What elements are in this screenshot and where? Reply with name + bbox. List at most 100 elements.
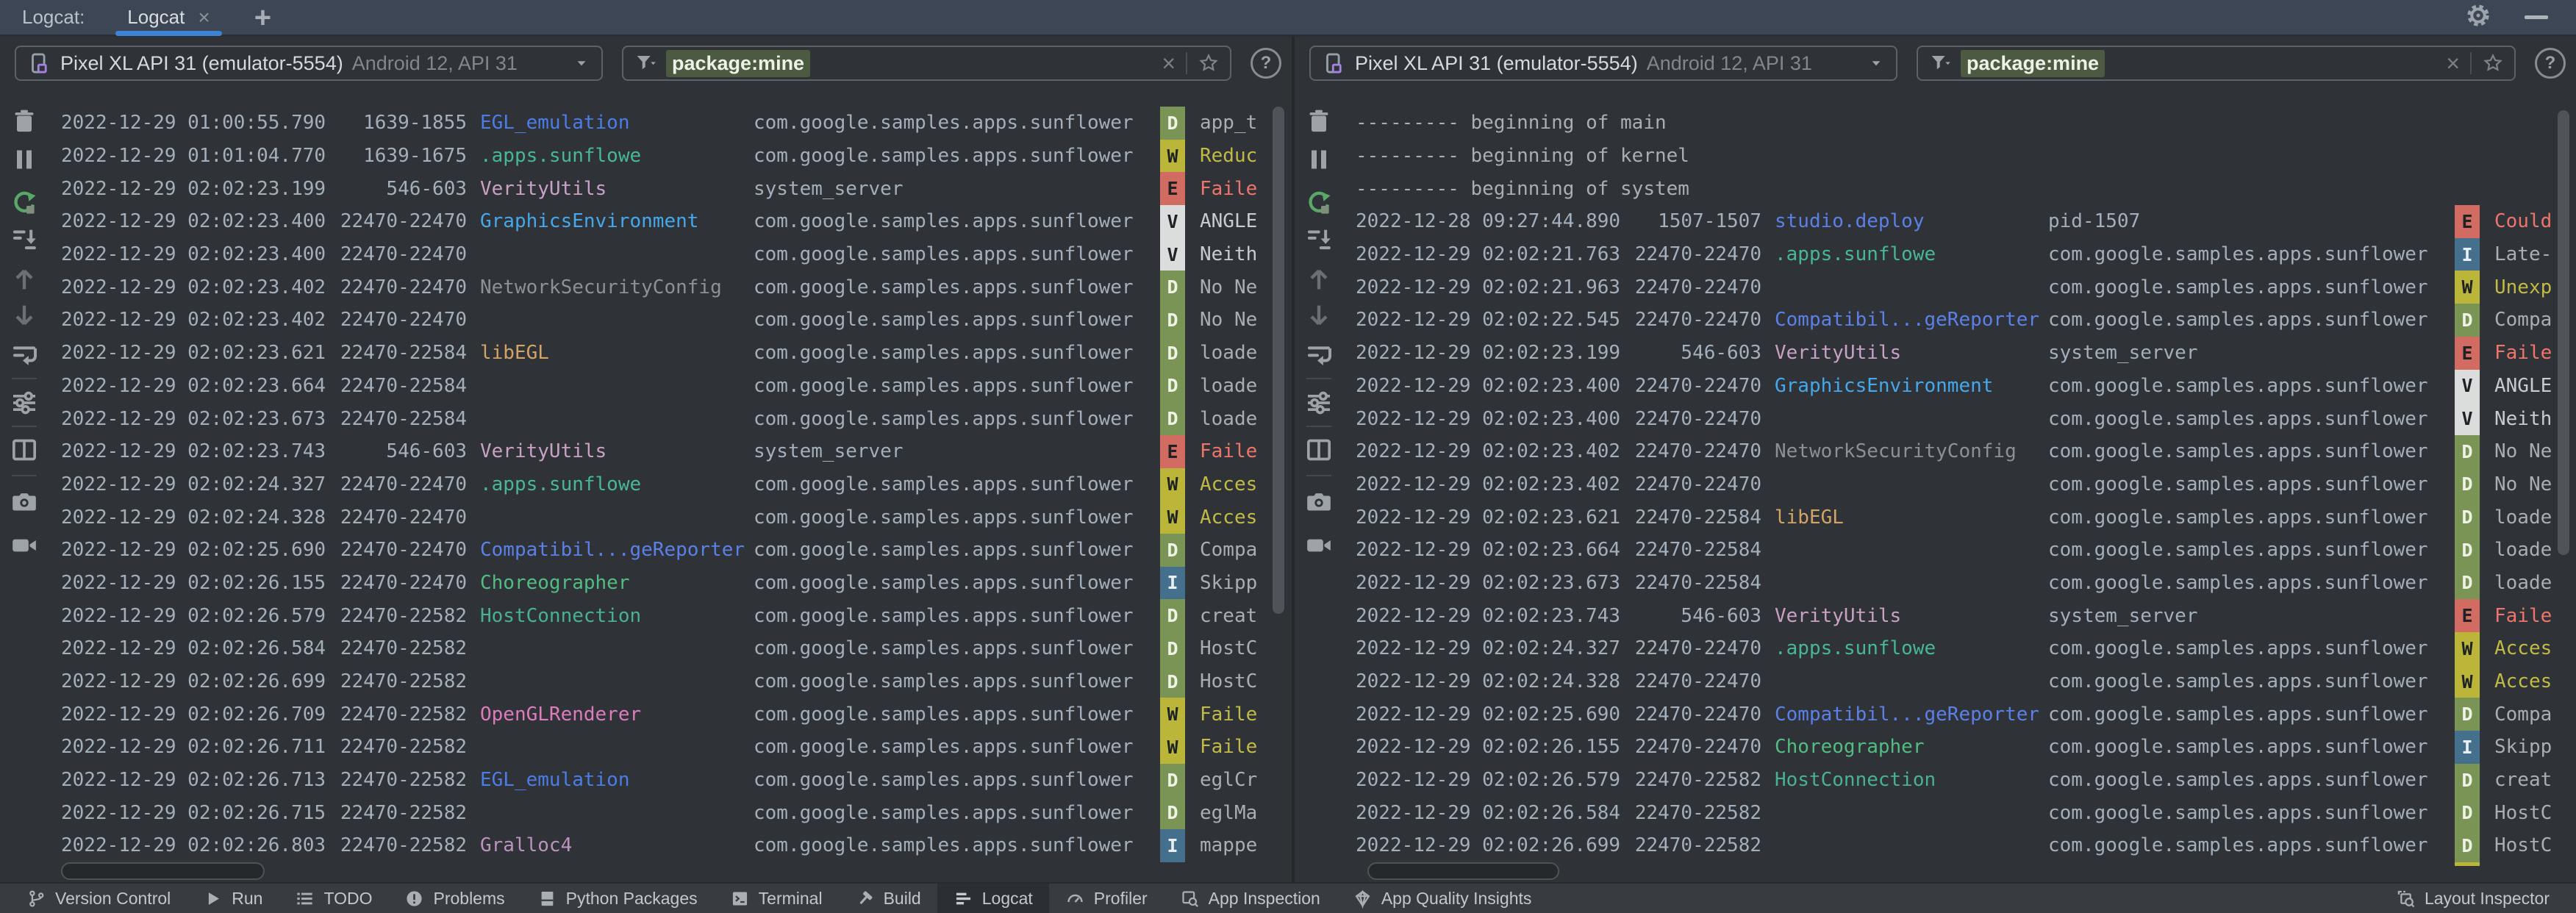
statusbar-item-terminal[interactable]: Terminal [714,884,839,913]
log-row[interactable]: 2022-12-29 02:02:24.327 22470-22470 .apps.… [49,468,1292,501]
log-row[interactable]: 2022-12-29 02:02:23.743 546-603 VerityUtil… [1343,599,2576,632]
log-row[interactable]: 2022-12-29 02:02:23.402 22470-22470 com.go… [49,304,1292,337]
statusbar-item-app-quality-insights[interactable]: App Quality Insights [1337,884,1548,913]
log-row[interactable]: 2022-12-29 02:02:23.621 22470-22584 libEGL… [49,336,1292,370]
log-row[interactable]: 2022-12-29 02:02:26.584 22470-22582 com.go… [49,632,1292,665]
log-row[interactable]: 2022-12-29 02:02:26.579 22470-22582 HostCo… [1343,763,2576,797]
screen-record-icon[interactable] [9,530,40,561]
next-occurrence-icon[interactable] [9,300,40,331]
log-row[interactable]: 2022-12-29 02:02:25.690 22470-22470 Compat… [1343,698,2576,731]
log-row[interactable]: 2022-12-29 02:02:23.621 22470-22584 libEGL… [1343,501,2576,534]
scroll-to-end-icon[interactable] [1303,224,1334,255]
statusbar-item-app-inspection[interactable]: App Inspection [1164,884,1337,913]
help-icon[interactable]: ? [2535,48,2566,79]
log-row[interactable]: 2022-12-29 02:02:26.803 22470-22582 Grallo… [49,829,1292,862]
log-row[interactable]: 2022-12-29 02:02:23.673 22470-22584 com.go… [1343,566,2576,600]
pause-logcat-icon[interactable] [9,144,40,175]
log-row[interactable]: 2022-12-29 02:02:23.400 22470-22470 Graphi… [1343,369,2576,403]
log-row[interactable]: 2022-12-29 02:02:26.579 22470-22582 HostCo… [49,599,1292,632]
soft-wrap-icon[interactable] [9,340,40,370]
logcat-settings-icon[interactable] [1303,387,1334,418]
statusbar-item-label: Version Control [55,888,171,908]
log-row[interactable]: 2022-12-29 02:02:24.327 22470-22470 .apps.… [1343,632,2576,665]
log-row[interactable]: 2022-12-29 02:02:26.584 22470-22582 com.go… [1343,796,2576,830]
statusbar-item-run[interactable]: Run [187,884,279,913]
settings-gear-icon[interactable] [2464,1,2492,33]
help-icon[interactable]: ? [1251,48,1281,79]
screenshot-icon[interactable] [9,486,40,517]
clear-logcat-icon[interactable] [9,106,40,137]
statusbar-item-build[interactable]: Build [839,884,937,913]
log-row[interactable]: 2022-12-29 02:02:23.664 22470-22584 com.go… [1343,533,2576,567]
horizontal-scrollbar[interactable] [1367,862,1559,880]
split-panels-icon[interactable] [1303,434,1334,465]
statusbar-item-profiler[interactable]: Profiler [1049,884,1164,913]
statusbar-item-logcat[interactable]: Logcat [937,884,1049,913]
filter-clear-icon[interactable]: × [2446,51,2460,75]
clear-logcat-icon[interactable] [1303,106,1334,137]
log-row[interactable]: 2022-12-29 02:02:26.715 22470-22582 com.go… [49,796,1292,830]
log-row[interactable]: 2022-12-29 02:02:26.699 22470-22582 com.go… [1343,829,2576,862]
filter-favorite-star-icon[interactable] [2482,52,2504,74]
previous-occurrence-icon[interactable] [9,264,40,295]
log-row[interactable]: 2022-12-29 02:02:23.199 546-603 VerityUtil… [1343,336,2576,370]
device-selector[interactable]: Pixel XL API 31 (emulator-5554) Android … [15,46,603,81]
log-row[interactable]: --------- beginning of system [1343,172,2576,205]
log-row[interactable]: 2022-12-29 02:02:23.400 22470-22470 com.go… [49,237,1292,271]
log-row[interactable]: 2022-12-29 02:02:23.199 546-603 VerityUtil… [49,172,1292,206]
restart-logcat-icon[interactable] [9,188,40,219]
screenshot-icon[interactable] [1303,486,1334,517]
tab-close-icon[interactable]: × [198,7,210,28]
scroll-to-end-icon[interactable] [9,224,40,255]
log-row[interactable]: 2022-12-29 01:01:04.770 1639-1675 .apps.su… [49,139,1292,173]
vertical-scrollbar[interactable] [2558,110,2569,555]
statusbar-item-layout-inspector[interactable]: Layout Inspector [2380,884,2566,913]
vertical-scrollbar[interactable] [1273,107,1284,614]
log-row[interactable]: 2022-12-29 02:02:26.155 22470-22470 Choreo… [49,566,1292,600]
previous-occurrence-icon[interactable] [1303,264,1334,295]
log-row[interactable]: 2022-12-29 02:02:23.400 22470-22470 com.go… [1343,402,2576,435]
log-row[interactable]: 2022-12-29 02:02:26.713 22470-22582 EGL_em… [49,763,1292,797]
filter-input[interactable]: package:mine × [1917,46,2516,81]
restart-logcat-icon[interactable] [1303,188,1334,219]
log-row[interactable]: --------- beginning of main [1343,107,2576,140]
filter-input[interactable]: package:mine × [622,46,1231,81]
log-row[interactable]: 2022-12-29 02:02:26.709 22470-22582 OpenGL… [49,698,1292,731]
log-row[interactable]: 2022-12-29 01:00:55.790 1639-1855 EGL_emul… [49,107,1292,140]
device-selector[interactable]: Pixel XL API 31 (emulator-5554) Android … [1309,46,1897,81]
log-row[interactable]: 2022-12-29 02:02:21.763 22470-22470 .apps.… [1343,237,2576,271]
statusbar-item-problems[interactable]: Problems [388,884,520,913]
log-row[interactable]: 2022-12-29 02:02:23.664 22470-22584 com.go… [49,369,1292,403]
statusbar-item-todo[interactable]: TODO [279,884,388,913]
filter-clear-icon[interactable]: × [1162,51,1176,75]
pause-logcat-icon[interactable] [1303,144,1334,175]
log-row[interactable]: 2022-12-29 02:02:26.155 22470-22470 Choreo… [1343,731,2576,764]
log-row[interactable]: 2022-12-29 02:02:26.711 22470-22582 com.go… [49,731,1292,764]
log-row[interactable]: 2022-12-29 02:02:23.402 22470-22470 Networ… [49,271,1292,304]
new-tab-button[interactable]: + [254,3,271,32]
log-row[interactable]: 2022-12-29 02:02:23.673 22470-22584 com.go… [49,402,1292,435]
minimize-icon[interactable] [2525,15,2548,19]
log-row[interactable]: 2022-12-29 02:02:23.402 22470-22470 Networ… [1343,434,2576,468]
log-row[interactable]: 2022-12-29 02:02:24.328 22470-22470 com.go… [49,501,1292,534]
tab-logcat[interactable]: Logcat × [115,0,222,36]
horizontal-scrollbar[interactable] [61,862,265,880]
log-row[interactable]: 2022-12-29 02:02:23.400 22470-22470 Graphi… [49,205,1292,238]
log-row[interactable]: 2022-12-29 02:02:24.328 22470-22470 com.go… [1343,665,2576,698]
screen-record-icon[interactable] [1303,530,1334,561]
log-row[interactable]: 2022-12-29 02:02:23.402 22470-22470 com.go… [1343,468,2576,501]
log-row[interactable]: 2022-12-28 09:27:44.890 1507-1507 studio.d… [1343,205,2576,238]
log-row[interactable]: 2022-12-29 02:02:21.963 22470-22470 com.go… [1343,271,2576,304]
log-row[interactable]: --------- beginning of kernel [1343,140,2576,173]
logcat-settings-icon[interactable] [9,387,40,418]
filter-favorite-star-icon[interactable] [1198,52,1220,74]
log-row[interactable]: 2022-12-29 02:02:25.690 22470-22470 Compat… [49,533,1292,567]
log-row[interactable]: 2022-12-29 02:02:23.743 546-603 VerityUtil… [49,434,1292,468]
statusbar-item-python-packages[interactable]: Python Packages [521,884,714,913]
log-row[interactable]: 2022-12-29 02:02:26.699 22470-22582 com.go… [49,665,1292,698]
soft-wrap-icon[interactable] [1303,340,1334,370]
split-panels-icon[interactable] [9,434,40,465]
statusbar-item-version-control[interactable]: Version Control [10,884,187,913]
next-occurrence-icon[interactable] [1303,300,1334,331]
log-row[interactable]: 2022-12-29 02:02:22.545 22470-22470 Compat… [1343,304,2576,337]
